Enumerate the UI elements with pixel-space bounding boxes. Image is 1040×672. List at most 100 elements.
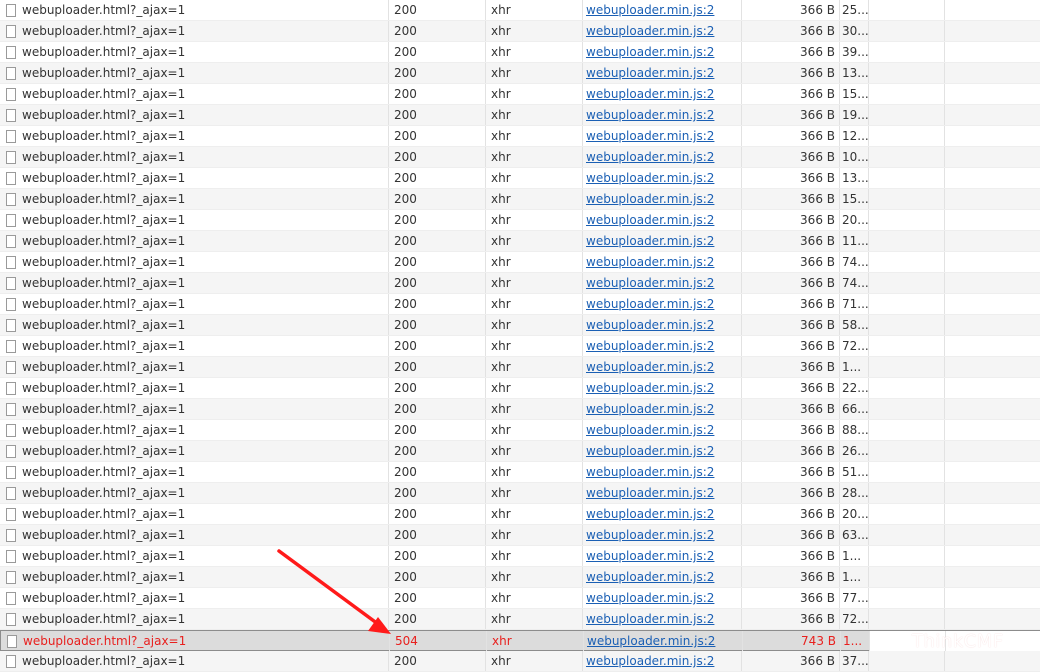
request-initiator[interactable]: webuploader.min.js:2 — [586, 381, 714, 395]
request-initiator-cell[interactable]: webuploader.min.js:2 — [583, 189, 742, 209]
table-row[interactable]: webuploader.html?_ajax=1 200 xhr webuploade… — [0, 651, 1040, 672]
table-row[interactable]: webuploader.html?_ajax=1 200 xhr webuploade… — [0, 567, 1040, 588]
request-initiator-cell[interactable]: webuploader.min.js:2 — [583, 651, 742, 671]
table-row[interactable]: webuploader.html?_ajax=1 200 xhr webuploade… — [0, 378, 1040, 399]
request-initiator[interactable]: webuploader.min.js:2 — [586, 339, 714, 353]
table-row[interactable]: webuploader.html?_ajax=1 200 xhr webuploade… — [0, 42, 1040, 63]
request-initiator-cell[interactable]: webuploader.min.js:2 — [583, 399, 742, 419]
request-initiator-cell[interactable]: webuploader.min.js:2 — [583, 252, 742, 272]
request-initiator-cell[interactable]: webuploader.min.js:2 — [583, 105, 742, 125]
request-initiator[interactable]: webuploader.min.js:2 — [586, 318, 714, 332]
request-initiator-cell[interactable]: webuploader.min.js:2 — [583, 63, 742, 83]
request-initiator-cell[interactable]: webuploader.min.js:2 — [583, 609, 742, 629]
request-initiator[interactable]: webuploader.min.js:2 — [586, 255, 714, 269]
request-initiator[interactable]: webuploader.min.js:2 — [586, 213, 714, 227]
request-initiator[interactable]: webuploader.min.js:2 — [586, 528, 714, 542]
request-initiator-cell[interactable]: webuploader.min.js:2 — [583, 336, 742, 356]
table-row[interactable]: webuploader.html?_ajax=1 200 xhr webuploade… — [0, 420, 1040, 441]
request-initiator[interactable]: webuploader.min.js:2 — [586, 192, 714, 206]
table-row[interactable]: webuploader.html?_ajax=1 200 xhr webuploade… — [0, 483, 1040, 504]
request-name: webuploader.html?_ajax=1 — [22, 150, 186, 164]
request-initiator-cell[interactable]: webuploader.min.js:2 — [583, 378, 742, 398]
table-row[interactable]: webuploader.html?_ajax=1 200 xhr webuploade… — [0, 588, 1040, 609]
request-initiator[interactable]: webuploader.min.js:2 — [586, 612, 714, 626]
request-initiator[interactable]: webuploader.min.js:2 — [586, 108, 714, 122]
request-initiator-cell[interactable]: webuploader.min.js:2 — [583, 84, 742, 104]
request-initiator-cell[interactable]: webuploader.min.js:2 — [583, 483, 742, 503]
request-initiator[interactable]: webuploader.min.js:2 — [586, 549, 714, 563]
request-initiator-cell[interactable]: webuploader.min.js:2 — [583, 147, 742, 167]
request-initiator[interactable]: webuploader.min.js:2 — [586, 171, 714, 185]
request-initiator[interactable]: webuploader.min.js:2 — [586, 87, 714, 101]
request-initiator-cell[interactable]: webuploader.min.js:2 — [583, 441, 742, 461]
request-initiator-cell[interactable]: webuploader.min.js:2 — [584, 631, 743, 651]
table-row[interactable]: webuploader.html?_ajax=1 200 xhr webuploade… — [0, 441, 1040, 462]
request-initiator[interactable]: webuploader.min.js:2 — [586, 465, 714, 479]
request-initiator[interactable]: webuploader.min.js:2 — [586, 45, 714, 59]
request-initiator-cell[interactable]: webuploader.min.js:2 — [583, 126, 742, 146]
request-initiator-cell[interactable]: webuploader.min.js:2 — [583, 42, 742, 62]
request-initiator[interactable]: webuploader.min.js:2 — [586, 486, 714, 500]
request-initiator[interactable]: webuploader.min.js:2 — [586, 423, 714, 437]
request-initiator[interactable]: webuploader.min.js:2 — [586, 507, 714, 521]
table-row[interactable]: webuploader.html?_ajax=1 200 xhr webuploade… — [0, 0, 1040, 21]
table-row[interactable]: webuploader.html?_ajax=1 200 xhr webuploade… — [0, 546, 1040, 567]
table-row[interactable]: webuploader.html?_ajax=1 200 xhr webuploade… — [0, 126, 1040, 147]
request-initiator[interactable]: webuploader.min.js:2 — [586, 234, 714, 248]
table-row[interactable]: webuploader.html?_ajax=1 200 xhr webuploade… — [0, 63, 1040, 84]
request-initiator[interactable]: webuploader.min.js:2 — [586, 150, 714, 164]
table-row-error[interactable]: webuploader.html?_ajax=1 504 xhr webuploade… — [0, 630, 1040, 651]
table-row[interactable]: webuploader.html?_ajax=1 200 xhr webuploade… — [0, 609, 1040, 630]
table-row[interactable]: webuploader.html?_ajax=1 200 xhr webuploade… — [0, 168, 1040, 189]
table-row[interactable]: webuploader.html?_ajax=1 200 xhr webuploade… — [0, 273, 1040, 294]
request-initiator[interactable]: webuploader.min.js:2 — [586, 276, 714, 290]
table-row[interactable]: webuploader.html?_ajax=1 200 xhr webuploade… — [0, 294, 1040, 315]
request-initiator[interactable]: webuploader.min.js:2 — [586, 129, 714, 143]
waterfall-cell — [869, 462, 945, 482]
table-row[interactable]: webuploader.html?_ajax=1 200 xhr webuploade… — [0, 231, 1040, 252]
request-initiator[interactable]: webuploader.min.js:2 — [586, 591, 714, 605]
table-row[interactable]: webuploader.html?_ajax=1 200 xhr webuploade… — [0, 399, 1040, 420]
request-initiator-cell[interactable]: webuploader.min.js:2 — [583, 273, 742, 293]
request-initiator-cell[interactable]: webuploader.min.js:2 — [583, 504, 742, 524]
request-initiator[interactable]: webuploader.min.js:2 — [586, 444, 714, 458]
request-initiator-cell[interactable]: webuploader.min.js:2 — [583, 294, 742, 314]
request-initiator-cell[interactable]: webuploader.min.js:2 — [583, 546, 742, 566]
request-initiator[interactable]: webuploader.min.js:2 — [586, 3, 714, 17]
request-initiator[interactable]: webuploader.min.js:2 — [586, 360, 714, 374]
table-row[interactable]: webuploader.html?_ajax=1 200 xhr webuploade… — [0, 105, 1040, 126]
request-initiator[interactable]: webuploader.min.js:2 — [586, 66, 714, 80]
table-row[interactable]: webuploader.html?_ajax=1 200 xhr webuploade… — [0, 462, 1040, 483]
request-initiator-cell[interactable]: webuploader.min.js:2 — [583, 168, 742, 188]
request-initiator[interactable]: webuploader.min.js:2 — [587, 634, 715, 648]
request-initiator[interactable]: webuploader.min.js:2 — [586, 402, 714, 416]
table-row[interactable]: webuploader.html?_ajax=1 200 xhr webuploade… — [0, 21, 1040, 42]
table-row[interactable]: webuploader.html?_ajax=1 200 xhr webuploade… — [0, 525, 1040, 546]
table-row[interactable]: webuploader.html?_ajax=1 200 xhr webuploade… — [0, 210, 1040, 231]
table-row[interactable]: webuploader.html?_ajax=1 200 xhr webuploade… — [0, 84, 1040, 105]
request-initiator-cell[interactable]: webuploader.min.js:2 — [583, 525, 742, 545]
table-row[interactable]: webuploader.html?_ajax=1 200 xhr webuploade… — [0, 315, 1040, 336]
table-row[interactable]: webuploader.html?_ajax=1 200 xhr webuploade… — [0, 189, 1040, 210]
request-initiator-cell[interactable]: webuploader.min.js:2 — [583, 21, 742, 41]
table-row[interactable]: webuploader.html?_ajax=1 200 xhr webuploade… — [0, 504, 1040, 525]
table-row[interactable]: webuploader.html?_ajax=1 200 xhr webuploade… — [0, 252, 1040, 273]
table-row[interactable]: webuploader.html?_ajax=1 200 xhr webuploade… — [0, 357, 1040, 378]
request-type-cell: xhr — [486, 378, 583, 398]
request-initiator-cell[interactable]: webuploader.min.js:2 — [583, 315, 742, 335]
table-row[interactable]: webuploader.html?_ajax=1 200 xhr webuploade… — [0, 147, 1040, 168]
request-initiator-cell[interactable]: webuploader.min.js:2 — [583, 0, 742, 20]
request-initiator-cell[interactable]: webuploader.min.js:2 — [583, 588, 742, 608]
request-initiator-cell[interactable]: webuploader.min.js:2 — [583, 231, 742, 251]
request-initiator[interactable]: webuploader.min.js:2 — [586, 24, 714, 38]
request-initiator[interactable]: webuploader.min.js:2 — [586, 654, 714, 668]
request-initiator-cell[interactable]: webuploader.min.js:2 — [583, 567, 742, 587]
request-initiator-cell[interactable]: webuploader.min.js:2 — [583, 420, 742, 440]
request-initiator-cell[interactable]: webuploader.min.js:2 — [583, 210, 742, 230]
table-row[interactable]: webuploader.html?_ajax=1 200 xhr webuploade… — [0, 336, 1040, 357]
request-initiator[interactable]: webuploader.min.js:2 — [586, 297, 714, 311]
request-initiator-cell[interactable]: webuploader.min.js:2 — [583, 357, 742, 377]
request-initiator[interactable]: webuploader.min.js:2 — [586, 570, 714, 584]
waterfall-cell — [945, 525, 1040, 545]
request-initiator-cell[interactable]: webuploader.min.js:2 — [583, 462, 742, 482]
